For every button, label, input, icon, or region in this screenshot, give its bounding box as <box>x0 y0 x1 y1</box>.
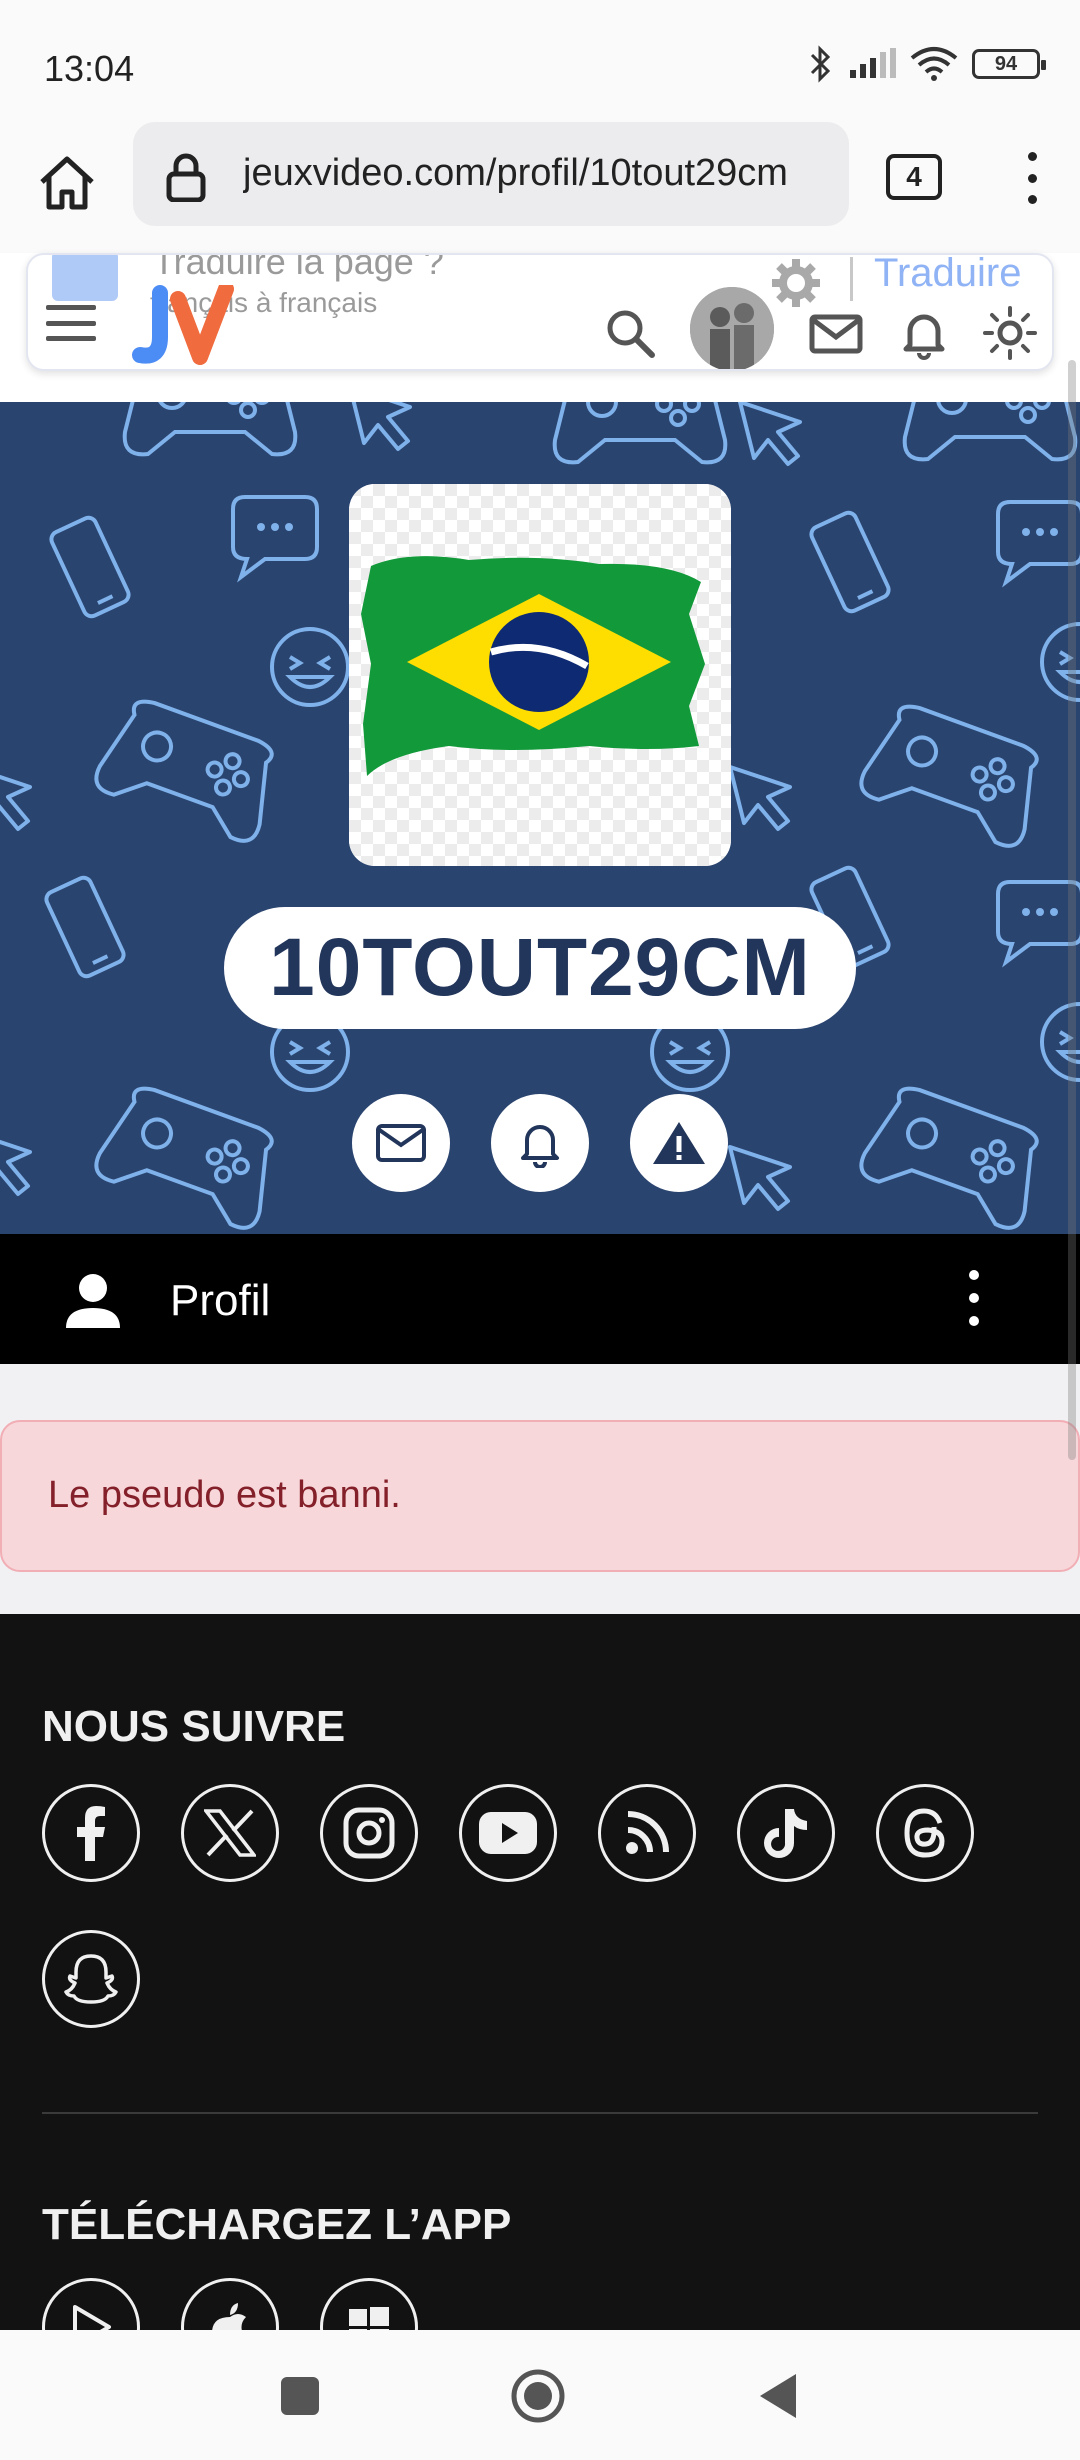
x-icon[interactable] <box>181 1784 279 1882</box>
circle-icon <box>511 2369 565 2423</box>
footer-divider <box>42 2112 1038 2114</box>
banned-alert-text: Le pseudo est banni. <box>48 1474 401 1516</box>
battery-indicator: 94 <box>972 49 1046 79</box>
site-menu-icon[interactable] <box>46 305 96 341</box>
tab-count: 4 <box>906 161 922 192</box>
status-bar: 13:04 94 <box>0 0 1080 120</box>
warning-icon <box>653 1122 705 1164</box>
lock-icon <box>166 153 206 202</box>
profile-avatar <box>349 484 731 866</box>
instagram-icon[interactable] <box>320 1784 418 1882</box>
profile-tab-label[interactable]: Profil <box>170 1276 270 1326</box>
report-button[interactable] <box>630 1094 728 1192</box>
banned-alert: Le pseudo est banni. <box>0 1420 1080 1572</box>
snapchat-icon[interactable] <box>42 1930 140 2028</box>
wifi-icon <box>910 47 958 81</box>
translate-settings-icon[interactable] <box>768 255 824 311</box>
status-time: 13:04 <box>44 48 135 89</box>
rss-icon[interactable] <box>598 1784 696 1882</box>
profile-pseudo: 10TOUT29CM <box>224 907 856 1029</box>
brazil-flag-image <box>349 484 731 866</box>
send-message-button[interactable] <box>352 1094 450 1192</box>
mail-icon[interactable] <box>808 305 864 361</box>
profile-banner: 10TOUT29CM <box>0 402 1080 1234</box>
page-scrollbar[interactable] <box>1068 360 1076 1460</box>
mail-icon <box>376 1124 426 1162</box>
profile-more-button[interactable] <box>962 1270 986 1326</box>
browser-menu-button[interactable] <box>1012 148 1052 208</box>
google-play-icon[interactable] <box>42 2278 140 2330</box>
search-icon[interactable] <box>602 305 658 361</box>
theme-toggle-icon[interactable] <box>982 305 1038 361</box>
square-icon <box>281 2377 319 2415</box>
facebook-icon[interactable] <box>42 1784 140 1882</box>
tiktok-icon[interactable] <box>737 1784 835 1882</box>
header-card: Traduire la page ? français à français T… <box>26 253 1054 371</box>
system-navigation-bar <box>0 2330 1080 2460</box>
url-text: jeuxvideo.com/profil/10tout29cm <box>243 152 788 194</box>
tab-switcher-button[interactable]: 4 <box>886 154 942 200</box>
back-button[interactable] <box>748 2366 808 2426</box>
jv-logo[interactable] <box>130 285 240 365</box>
site-footer: NOUS SUIVRE TÉLÉCHARGEZ L’APP <box>0 1614 1080 2330</box>
translate-button[interactable]: Traduire <box>874 255 1021 296</box>
google-translate-icon <box>52 255 118 301</box>
browser-toolbar: jeuxvideo.com/profil/10tout29cm 4 <box>0 120 1080 255</box>
home-icon <box>40 156 94 210</box>
windows-icon[interactable] <box>320 2278 418 2330</box>
recent-apps-button[interactable] <box>270 2366 330 2426</box>
follow-notifications-button[interactable] <box>491 1094 589 1192</box>
translate-separator <box>850 257 853 301</box>
status-icons: 94 <box>808 44 1046 84</box>
profile-nav-bar: Profil <box>0 1234 1080 1364</box>
threads-icon[interactable] <box>876 1784 974 1882</box>
apple-icon[interactable] <box>181 2278 279 2330</box>
translate-title: Traduire la page ? <box>153 253 444 282</box>
bell-icon <box>521 1125 559 1168</box>
home-button[interactable] <box>32 148 102 218</box>
app-download-heading: TÉLÉCHARGEZ L’APP <box>42 2200 512 2249</box>
signal-icon <box>850 48 896 78</box>
bluetooth-icon <box>810 45 831 83</box>
follow-heading: NOUS SUIVRE <box>42 1702 346 1751</box>
back-triangle-icon <box>760 2374 796 2418</box>
home-nav-button[interactable] <box>508 2366 568 2426</box>
address-bar[interactable]: jeuxvideo.com/profil/10tout29cm <box>133 122 849 226</box>
person-icon <box>66 1274 120 1328</box>
user-avatar[interactable] <box>690 287 774 369</box>
avatar-image <box>690 287 774 369</box>
site-header: Traduire la page ? français à français T… <box>0 253 1080 403</box>
battery-level: 94 <box>994 52 1018 75</box>
bell-icon[interactable] <box>896 305 952 361</box>
youtube-icon[interactable] <box>459 1784 557 1882</box>
profile-content: Le pseudo est banni. <box>0 1364 1080 1614</box>
